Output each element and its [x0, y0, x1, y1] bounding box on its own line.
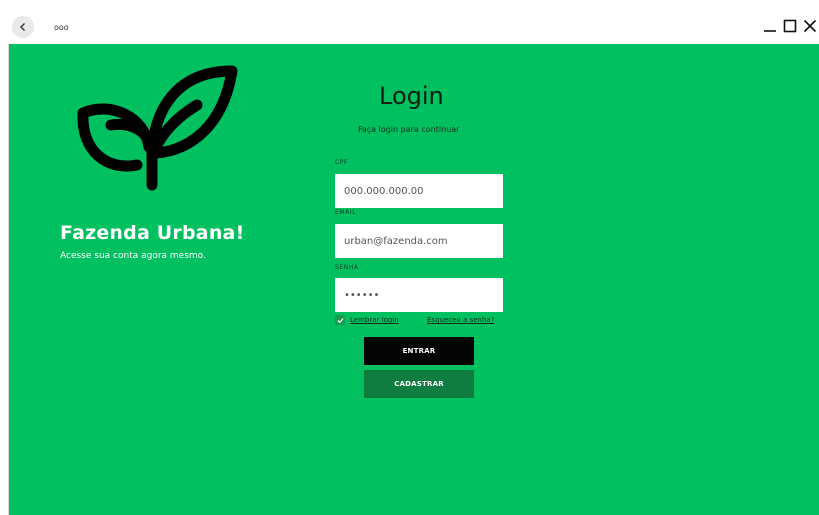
minimize-icon [764, 30, 776, 32]
cpf-input[interactable] [335, 174, 503, 208]
title-bar: ooo [8, 8, 819, 44]
window-brand: ooo [54, 23, 69, 32]
remember-login[interactable]: Lembrar login [335, 315, 399, 325]
maximize-button[interactable] [781, 15, 799, 37]
login-subtitle: Faça login para continuar [358, 125, 460, 134]
app-subtitle: Acesse sua conta agora mesmo. [60, 251, 206, 261]
close-icon [803, 19, 817, 33]
remember-login-link[interactable]: Lembrar login [350, 316, 399, 324]
leaf-sprout-icon [77, 65, 238, 191]
email-input[interactable] [335, 224, 503, 258]
chevron-left-icon [20, 23, 25, 31]
checkmark-icon [336, 317, 344, 323]
enter-button[interactable]: ENTRAR [364, 337, 474, 365]
forgot-password-link[interactable]: Esqueceu a senha? [427, 316, 494, 324]
password-label: SENHA [335, 264, 359, 271]
window-controls [761, 14, 819, 38]
cpf-label: CPF [335, 159, 349, 166]
login-panel: Fazenda Urbana! Acesse sua conta agora m… [9, 44, 819, 515]
maximize-icon [783, 19, 797, 33]
close-button[interactable] [801, 15, 819, 37]
login-title: Login [379, 82, 444, 110]
back-button[interactable] [12, 16, 34, 38]
remember-checkbox[interactable] [335, 315, 345, 325]
password-input[interactable] [335, 278, 503, 312]
register-button[interactable]: CADASTRAR [364, 370, 474, 398]
app-window: ooo Fazenda Urbana! Acesse sua conta ago… [0, 0, 819, 515]
email-label: EMAIL [335, 209, 357, 216]
minimize-button[interactable] [761, 15, 779, 37]
app-title: Fazenda Urbana! [60, 222, 245, 244]
